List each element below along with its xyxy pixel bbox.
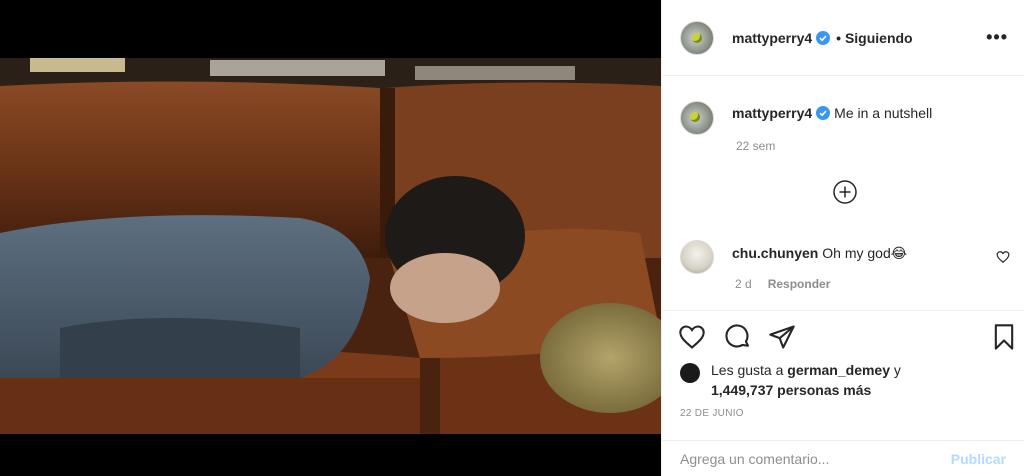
caption: mattyperry4 Me in a nutshell [680,101,932,135]
comment-item: chu.chunyen Oh my god😂 [680,240,1010,274]
comment-input[interactable] [680,450,951,467]
publish-button[interactable]: Publicar [951,451,1006,467]
verified-badge-icon [816,106,831,120]
likes-prefix: Les gusta a [711,362,788,378]
post-header: mattyperry4 • Siguiendo ••• [662,0,1024,76]
author-username[interactable]: mattyperry4 [732,30,812,46]
likes-count[interactable]: 1,449,737 personas más [711,382,871,398]
action-bar [662,310,1024,358]
post-photo [0,58,661,434]
caption-author[interactable]: mattyperry4 [732,105,812,121]
reply-button[interactable]: Responder [768,277,831,291]
comment-bubble-icon[interactable] [724,323,752,351]
post-side-panel: mattyperry4 • Siguiendo ••• mattyperry4 M… [661,0,1024,476]
likes-summary: Les gusta a german_demey y 1,449,737 per… [680,360,1010,400]
caption-text-block: mattyperry4 Me in a nutshell [732,104,932,135]
post-date[interactable]: 22 DE JUNIO [680,408,744,419]
comment-time[interactable]: 2 d [735,277,752,291]
more-options-icon[interactable]: ••• [986,27,1008,48]
plus-circle-icon[interactable] [833,180,857,204]
post-media[interactable] [0,0,661,476]
comment-composer: Publicar [662,440,1024,476]
caption-message: Me in a nutshell [834,105,933,121]
liker-avatar[interactable] [680,363,700,383]
instagram-post: mattyperry4 • Siguiendo ••• mattyperry4 M… [0,0,1024,476]
comment-text-block: chu.chunyen Oh my god😂 [732,244,907,274]
comment-heart-icon[interactable] [996,250,1010,264]
commenter-avatar[interactable] [680,240,714,274]
comment-meta: 2 d Responder [735,277,830,291]
caption-author-avatar[interactable] [680,101,714,135]
follow-status[interactable]: • Siguiendo [836,30,912,46]
commenter-username[interactable]: chu.chunyen [732,245,818,261]
author-avatar[interactable] [680,20,714,55]
caption-time[interactable]: 22 sem [736,139,775,153]
like-heart-icon[interactable] [678,323,706,351]
likes-text: Les gusta a german_demey y 1,449,737 per… [711,360,901,400]
verified-badge-icon [816,30,831,45]
likes-conjunction: y [890,362,901,378]
share-send-icon[interactable] [768,323,796,351]
save-bookmark-icon[interactable] [990,323,1018,351]
liker-username[interactable]: german_demey [787,362,890,378]
comment-message: Oh my god😂 [822,245,908,261]
